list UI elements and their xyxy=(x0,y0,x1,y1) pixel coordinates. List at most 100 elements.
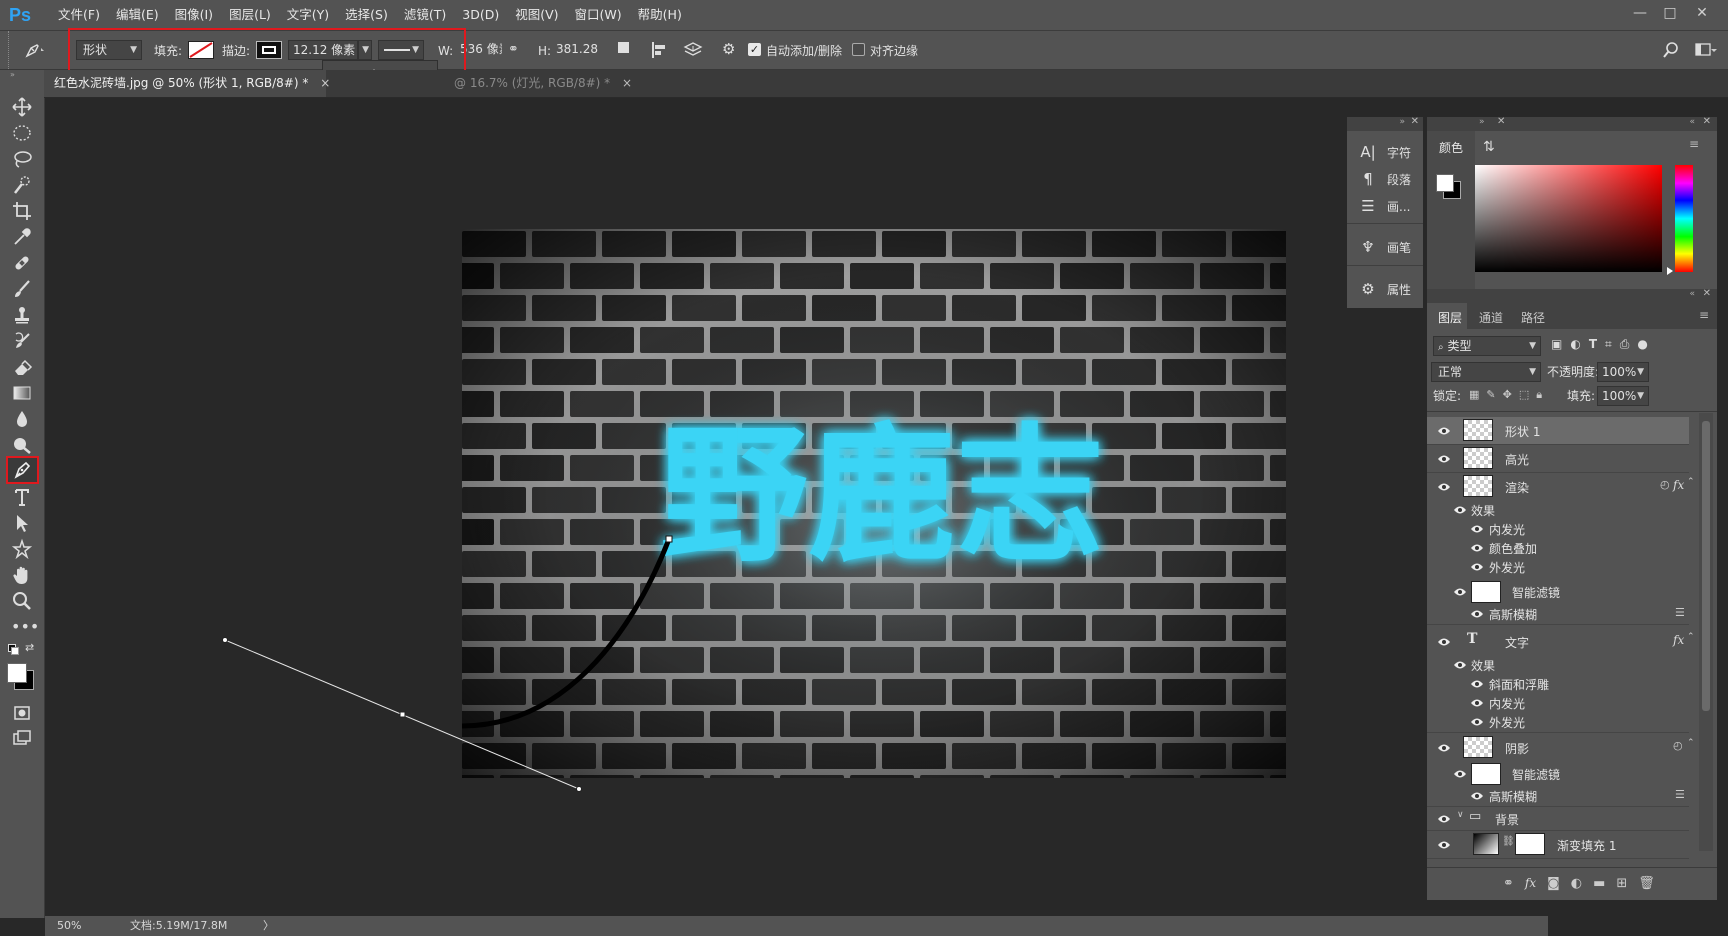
chevron-down-icon[interactable]: ∨ xyxy=(1457,810,1464,820)
brush-settings-panel-button[interactable]: ☰ 画... xyxy=(1347,193,1423,219)
lasso-tool-icon[interactable] xyxy=(11,148,33,170)
effect-row[interactable]: 内发光 xyxy=(1427,694,1689,713)
collapse-icon[interactable]: » xyxy=(1399,117,1405,127)
layer-group-background[interactable]: ∨ ▭ 背景 xyxy=(1427,807,1689,831)
collapse-effects-icon[interactable]: ⌃ xyxy=(1687,477,1695,487)
layers-scrollbar[interactable] xyxy=(1699,413,1713,851)
add-mask-icon[interactable]: ◙ xyxy=(1547,876,1560,891)
hue-pointer-icon[interactable] xyxy=(1667,267,1673,275)
menu-layer[interactable]: 图层(L) xyxy=(221,0,279,30)
effect-row[interactable]: 外发光 xyxy=(1427,713,1689,732)
layer-row-render[interactable]: 渲染 ◴ fx ⌃ xyxy=(1427,473,1695,501)
minimize-button[interactable]: — xyxy=(1626,3,1654,23)
close-icon[interactable]: ✕ xyxy=(1703,116,1711,127)
menu-image[interactable]: 图像(I) xyxy=(167,0,221,30)
workspace-icon[interactable] xyxy=(1694,41,1720,59)
menu-filter[interactable]: 滤镜(T) xyxy=(396,0,454,30)
effect-row[interactable]: 外发光 xyxy=(1427,558,1689,577)
status-menu-arrow[interactable]: 〉 xyxy=(263,916,274,936)
layer-row-shadow[interactable]: 阴影 ◴ ⌃ xyxy=(1427,734,1695,762)
effect-row[interactable]: 颜色叠加 xyxy=(1427,539,1689,558)
move-tool-icon[interactable] xyxy=(11,96,33,118)
blur-tool-icon[interactable] xyxy=(11,408,33,430)
eye-icon[interactable] xyxy=(1453,769,1467,779)
collapse-effects-icon[interactable]: ⌃ xyxy=(1687,738,1695,748)
hand-tool-icon[interactable] xyxy=(11,564,33,586)
custom-shape-tool-icon[interactable] xyxy=(11,538,33,560)
layer-row-text[interactable]: T 文字 fx ⌃ xyxy=(1427,628,1695,656)
type-filter-icon[interactable]: T xyxy=(1589,337,1597,355)
brush-tool-icon[interactable] xyxy=(11,278,33,300)
eye-icon[interactable] xyxy=(1453,587,1467,597)
effects-header[interactable]: 效果 xyxy=(1427,501,1689,520)
adjustment-filter-icon[interactable]: ◐ xyxy=(1570,337,1580,355)
eye-icon[interactable] xyxy=(1470,524,1484,534)
path-arrangement-icon[interactable] xyxy=(682,40,704,60)
paragraph-panel-button[interactable]: ¶ 段落 xyxy=(1347,166,1423,192)
lock-transparent-icon[interactable]: ▦ xyxy=(1469,388,1479,404)
link-layers-icon[interactable]: ⚭ xyxy=(1503,876,1514,891)
path-selection-tool-icon[interactable] xyxy=(11,512,33,534)
eye-icon[interactable] xyxy=(1470,609,1484,619)
eye-icon[interactable] xyxy=(1437,426,1451,436)
link-icon[interactable]: ⚭ xyxy=(508,42,524,58)
hue-slider[interactable] xyxy=(1675,165,1693,272)
close-icon[interactable]: ✕ xyxy=(1703,288,1711,299)
properties-panel-button[interactable]: ⚙ 属性 xyxy=(1347,276,1423,302)
more-tools-icon[interactable]: ••• xyxy=(11,616,39,638)
maximize-button[interactable]: □ xyxy=(1656,3,1684,23)
eye-icon[interactable] xyxy=(1437,840,1451,850)
brush-panel-button[interactable]: ♆ 画笔 xyxy=(1347,234,1423,260)
lock-position-icon[interactable]: ✥ xyxy=(1503,388,1512,404)
lock-artboard-icon[interactable]: ⬚ xyxy=(1519,388,1529,404)
new-group-icon[interactable]: ▬ xyxy=(1593,876,1605,891)
eye-icon[interactable] xyxy=(1470,717,1484,727)
eye-icon[interactable] xyxy=(1470,543,1484,553)
pixel-filter-icon[interactable]: ▣ xyxy=(1551,337,1562,355)
filter-blending-options-icon[interactable]: ☰ xyxy=(1675,788,1685,801)
smart-filters-row[interactable]: 智能滤镜 xyxy=(1427,580,1689,604)
close-icon[interactable]: × xyxy=(622,76,632,90)
align-edges-checkbox[interactable] xyxy=(852,43,865,56)
collapse-effects-icon[interactable]: ⌃ xyxy=(1687,632,1695,642)
auto-add-delete-checkbox[interactable]: ✓ xyxy=(748,43,761,56)
lock-pixels-icon[interactable]: ✎ xyxy=(1486,388,1495,404)
eye-icon[interactable] xyxy=(1437,482,1451,492)
quick-mask-icon[interactable] xyxy=(11,702,33,724)
collapse-icon[interactable]: » xyxy=(1479,117,1485,127)
type-tool-icon[interactable] xyxy=(11,486,33,508)
effect-row[interactable]: 斜面和浮雕 xyxy=(1427,675,1689,694)
fx-icon[interactable]: fx xyxy=(1673,633,1684,647)
smart-filter-item[interactable]: 高斯模糊 ☰ xyxy=(1427,605,1689,624)
eyedropper-tool-icon[interactable] xyxy=(11,226,33,248)
menu-select[interactable]: 选择(S) xyxy=(337,0,396,30)
blend-mode-select[interactable]: 正常 ▼ xyxy=(1431,362,1541,382)
crop-tool-icon[interactable] xyxy=(11,200,33,222)
eye-icon[interactable] xyxy=(1453,505,1467,515)
menu-edit[interactable]: 编辑(E) xyxy=(108,0,167,30)
path-operations-icon[interactable] xyxy=(618,42,632,56)
height-field[interactable]: 381.28 像 xyxy=(554,40,600,60)
foreground-color-swatch[interactable] xyxy=(7,663,27,683)
menu-file[interactable]: 文件(F) xyxy=(50,0,108,30)
link-icon[interactable]: ⛓ xyxy=(1502,836,1515,847)
close-button[interactable]: ✕ xyxy=(1688,3,1716,23)
document-canvas[interactable]: 野鹿志 xyxy=(462,229,1286,778)
eye-icon[interactable] xyxy=(1470,791,1484,801)
quick-selection-tool-icon[interactable] xyxy=(11,174,33,196)
add-style-icon[interactable]: fx xyxy=(1525,876,1536,891)
history-brush-tool-icon[interactable] xyxy=(11,330,33,352)
layer-row-highlight[interactable]: 高光 xyxy=(1427,445,1689,473)
layer-filter-select[interactable]: ⌕ 类型 ▼ xyxy=(1433,336,1541,356)
panel-menu-icon[interactable]: ≡ xyxy=(1689,137,1699,151)
eye-icon[interactable] xyxy=(1437,814,1451,824)
eye-icon[interactable] xyxy=(1437,743,1451,753)
zoom-level[interactable]: 50% xyxy=(57,916,81,936)
swatches-icon[interactable]: ⇅ xyxy=(1483,139,1495,155)
eye-icon[interactable] xyxy=(1470,679,1484,689)
tab-layers[interactable]: 图层 xyxy=(1438,309,1462,326)
fill-field[interactable]: 100% ▼ xyxy=(1597,386,1649,406)
marquee-tool-icon[interactable] xyxy=(11,122,33,144)
trash-icon[interactable]: 🗑︎ xyxy=(1638,876,1655,891)
eye-icon[interactable] xyxy=(1470,562,1484,572)
